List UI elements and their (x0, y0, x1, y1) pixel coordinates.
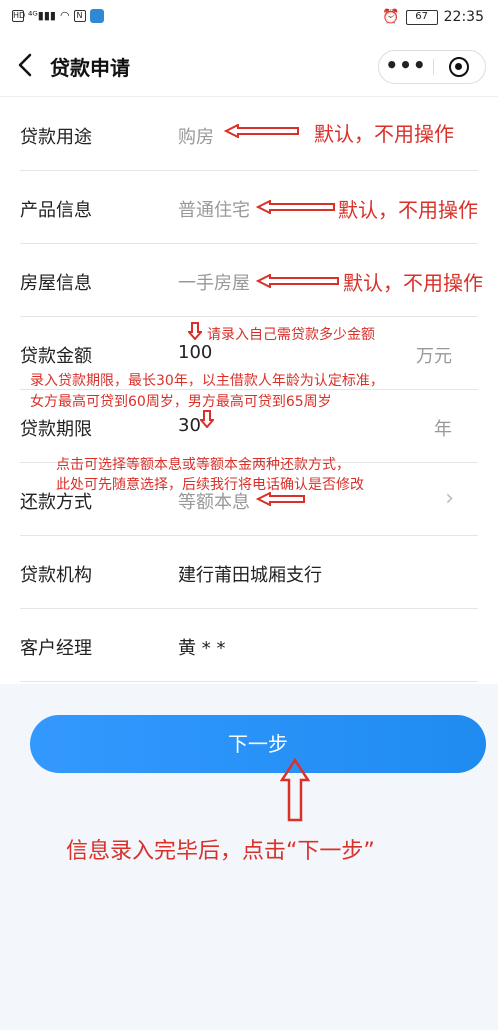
nfc-icon: N (73, 10, 86, 22)
mini-program-capsule: ••• (378, 50, 486, 84)
arrow-down-icon (188, 322, 202, 340)
page-title: 贷款申请 (50, 56, 130, 80)
row-label: 产品信息 (20, 200, 92, 221)
annotation-term-line1: 录入贷款期限，最长30年，以主借款人年龄为认定标准， (30, 373, 384, 389)
annotation-default-2: 默认，不用操作 (338, 198, 478, 222)
wifi-icon: ◠ (59, 9, 70, 22)
arrow-left-icon (256, 274, 340, 288)
app-icon (89, 9, 104, 23)
loan-amount-input[interactable]: 100 (178, 342, 212, 363)
chevron-left-icon (18, 53, 32, 77)
row-label: 客户经理 (20, 638, 92, 659)
status-bar: HD ⁴ᴳ▮▮▮ ◠ N ⏰ 67 22:35 (0, 0, 498, 36)
row-label: 房屋信息 (20, 273, 92, 294)
arrow-left-icon (256, 200, 336, 214)
annotation-default-1: 默认，不用操作 (314, 122, 454, 146)
battery-level: 67 (405, 9, 438, 25)
row-label: 贷款期限 (20, 419, 92, 440)
arrow-left-icon (224, 124, 300, 138)
status-icons-right: ⏰ 67 22:35 (382, 9, 484, 25)
annotation-amount: 请录入自己需贷款多少金额 (207, 327, 375, 343)
row-value: 购房 (178, 127, 214, 148)
more-icon[interactable]: ••• (379, 51, 433, 83)
chevron-right-icon: › (445, 486, 454, 511)
row-label: 贷款机构 (20, 565, 92, 586)
row-unit: 万元 (416, 346, 452, 367)
arrow-down-icon (200, 410, 214, 428)
alarm-icon: ⏰ (382, 9, 400, 25)
row-account-manager: 客户经理 黄 * * (20, 608, 478, 682)
row-value: 普通住宅 (178, 200, 250, 221)
capsule-divider (433, 59, 434, 75)
back-button[interactable] (14, 51, 38, 79)
row-loan-institution: 贷款机构 建行莆田城厢支行 (20, 535, 478, 609)
navbar: 贷款申请 ••• (0, 36, 498, 97)
row-label: 贷款金额 (20, 346, 92, 367)
annotation-repay-line1: 点击可选择等额本息或等额本金两种还款方式， (56, 457, 350, 473)
annotation-repay-line2: 此处可先随意选择，后续我行将电话确认是否修改 (56, 477, 364, 493)
arrow-up-icon (280, 758, 310, 822)
row-unit: 年 (434, 419, 452, 440)
status-icons-left: HD ⁴ᴳ▮▮▮ ◠ N (12, 9, 104, 23)
arrow-left-icon (256, 492, 306, 506)
hd-icon: HD (12, 10, 26, 22)
loan-term-input[interactable]: 30 (178, 415, 201, 436)
close-target-icon[interactable] (449, 57, 469, 77)
next-step-button[interactable]: 下一步 (30, 715, 486, 773)
row-value: 黄 * * (178, 638, 226, 659)
signal-4g-icon: ⁴ᴳ▮▮▮ (28, 9, 56, 22)
row-value: 建行莆田城厢支行 (178, 565, 322, 586)
row-value: 一手房屋 (178, 273, 250, 294)
annotation-term-line2: 女方最高可贷到60周岁，男方最高可贷到65周岁 (30, 394, 332, 410)
annotation-default-3: 默认，不用操作 (343, 271, 483, 295)
annotation-bottom: 信息录入完毕后，点击“下一步” (66, 839, 375, 864)
clock: 22:35 (443, 9, 484, 25)
row-label: 贷款用途 (20, 127, 92, 148)
